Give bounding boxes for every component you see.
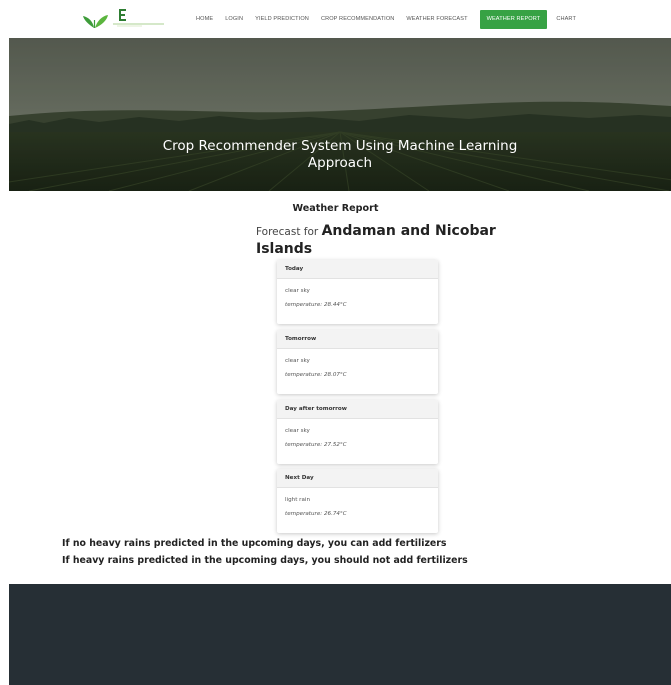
hero-title-line-1: Crop Recommender System Using Machine Le…	[162, 138, 518, 154]
hero-title-line-2: Approach	[307, 155, 373, 171]
page-title: Weather Report	[292, 203, 379, 214]
page-footer	[9, 584, 671, 685]
card-description: clear sky	[285, 288, 310, 294]
nav-weather-forecast-link[interactable]: WEATHER FORECAST	[406, 10, 467, 29]
forecast-location-heading: Forecast for Andaman and Nicobar Islands	[256, 223, 516, 259]
hero-title: Crop Recommender System Using Machine Le…	[9, 138, 671, 172]
top-navbar: HOME LOGIN YIELD PREDICTION CROP RECOMME…	[0, 0, 671, 38]
card-temperature: temperature: 28.07°C	[285, 372, 347, 378]
card-day-label: Today	[277, 260, 438, 279]
card-description: light rain	[285, 497, 311, 503]
forecast-prefix: Forecast for	[256, 226, 319, 238]
card-temperature: temperature: 27.52°C	[285, 442, 347, 448]
card-day-label: Tomorrow	[277, 330, 438, 349]
forecast-card-day-after-tomorrow: Day after tomorrow clear sky temperature…	[277, 400, 438, 464]
card-day-label: Next Day	[277, 469, 438, 488]
card-description: clear sky	[285, 358, 310, 364]
nav-chart-link[interactable]: CHART	[556, 10, 576, 29]
nav-login-link[interactable]: LOGIN	[225, 10, 243, 29]
nav-menu: HOME LOGIN YIELD PREDICTION CROP RECOMME…	[196, 10, 588, 29]
card-day-label: Day after tomorrow	[277, 400, 438, 419]
fertilizer-advice-line-2: If heavy rains predicted in the upcoming…	[62, 555, 468, 566]
forecast-card-tomorrow: Tomorrow clear sky temperature: 28.07°C	[277, 330, 438, 394]
nav-weather-report-link[interactable]: WEATHER REPORT	[479, 10, 548, 29]
nav-home-link[interactable]: HOME	[196, 10, 213, 29]
hero-banner: Crop Recommender System Using Machine Le…	[9, 38, 671, 191]
fertilizer-advice-line-1: If no heavy rains predicted in the upcom…	[62, 538, 447, 549]
card-temperature: temperature: 28.44°C	[285, 302, 347, 308]
card-description: clear sky	[285, 428, 310, 434]
nav-crop-recommendation-link[interactable]: CROP RECOMMENDATION	[321, 10, 394, 29]
forecast-card-next-day: Next Day light rain temperature: 26.74°C	[277, 469, 438, 533]
forecast-card-today: Today clear sky temperature: 28.44°C	[277, 260, 438, 324]
card-temperature: temperature: 26.74°C	[285, 511, 347, 517]
leaf-logo-icon[interactable]	[82, 6, 172, 32]
nav-yield-prediction-link[interactable]: YIELD PREDICTION	[255, 10, 309, 29]
